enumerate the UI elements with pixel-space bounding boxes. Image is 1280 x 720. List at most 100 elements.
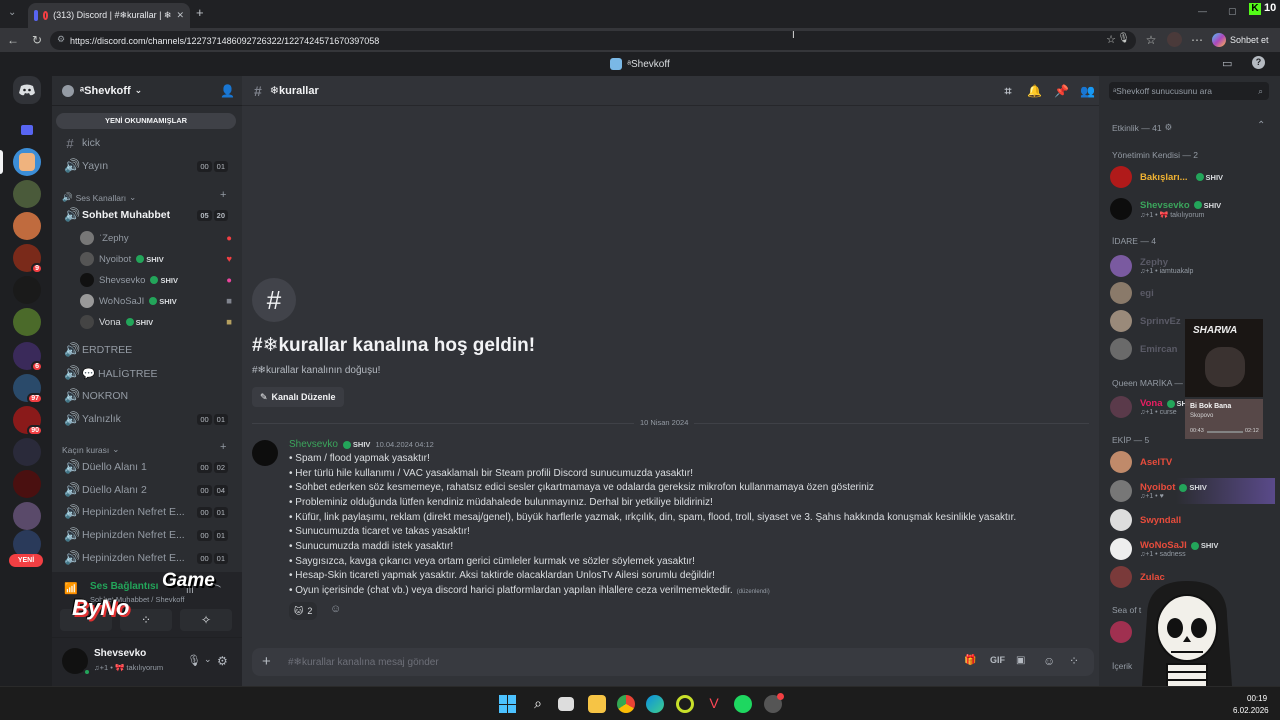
search-icon[interactable]: ⌕ bbox=[529, 695, 547, 713]
song-progress-track[interactable] bbox=[1207, 431, 1243, 433]
inbox-icon[interactable]: ▭ bbox=[1222, 57, 1232, 70]
profile-avatar[interactable] bbox=[1167, 32, 1182, 47]
member-item[interactable]: Shevsevko SHIV ♫+1 • 🎀 takılıyorum bbox=[1110, 196, 1275, 222]
member-item[interactable]: Swyndall bbox=[1110, 509, 1275, 531]
channel-duello-2[interactable]: 🔊 Düello Alanı 2 00 04 bbox=[58, 480, 236, 500]
spotify-icon[interactable] bbox=[734, 695, 752, 713]
server-5[interactable] bbox=[13, 276, 41, 304]
channel-yayin[interactable]: 🔊 Yayın 00 01 bbox=[58, 156, 236, 176]
soundboard-button[interactable]: ✧ bbox=[180, 609, 232, 631]
back-icon[interactable]: ← bbox=[6, 33, 20, 47]
channel-hepinizden-2[interactable]: 🔊 Hepinizden Nefret E... 00 01 bbox=[58, 525, 236, 545]
gif-icon[interactable]: GIF bbox=[990, 655, 1005, 665]
edge-icon[interactable] bbox=[646, 695, 664, 713]
server-folder[interactable] bbox=[13, 116, 41, 144]
extensions-icon[interactable]: ⋯ bbox=[1190, 33, 1204, 47]
clock-date[interactable]: 6.02.2026 bbox=[1233, 706, 1269, 715]
chrome-icon[interactable] bbox=[617, 695, 635, 713]
channel-yalnizlik[interactable]: 🔊 Yalnızlık 00 01 bbox=[58, 409, 236, 429]
reload-icon[interactable]: ↻ bbox=[30, 33, 44, 47]
mic-icon[interactable]: 🎙 bbox=[1117, 33, 1130, 44]
site-info-icon[interactable]: ⚙ bbox=[57, 34, 65, 45]
activity-header[interactable]: Etkinlik — 41 ⚙ bbox=[1112, 122, 1172, 133]
server-7[interactable]: 6 bbox=[13, 342, 43, 372]
threads-icon[interactable]: ⌗ bbox=[1001, 84, 1015, 98]
server-11[interactable] bbox=[13, 470, 41, 498]
address-bar[interactable]: ⚙ https://discord.com/channels/122737148… bbox=[50, 31, 1136, 50]
server-8[interactable]: 97 bbox=[13, 374, 43, 404]
member-item[interactable]: WoNoSaJI SHIV ♫+1 • sadness bbox=[1110, 536, 1275, 562]
music-player-card[interactable]: Bi Bok Bana Skopovo 00:43 02:12 bbox=[1185, 399, 1263, 439]
favorites-icon[interactable]: ☆ bbox=[1144, 33, 1158, 47]
message-author-avatar[interactable] bbox=[252, 440, 278, 466]
server-shevkoff[interactable] bbox=[13, 148, 41, 176]
server-6[interactable] bbox=[13, 308, 41, 336]
edit-channel-button[interactable]: ✎ Kanalı Düzenle bbox=[252, 387, 344, 407]
member-item[interactable]: egi bbox=[1110, 282, 1275, 304]
chevron-down-icon[interactable]: ⌄ bbox=[204, 654, 212, 665]
server-2[interactable] bbox=[13, 180, 41, 208]
channel-kick[interactable]: # kick bbox=[58, 133, 236, 153]
bookmark-star-icon[interactable]: ☆ bbox=[1106, 33, 1116, 46]
notification-bell-icon[interactable]: 🔔 bbox=[1027, 84, 1042, 98]
server-3[interactable] bbox=[13, 212, 41, 240]
help-icon[interactable]: ? bbox=[1252, 56, 1265, 69]
channel-haligtree[interactable]: 🔊 💬 HALİGTREE bbox=[58, 363, 236, 383]
valorant-icon[interactable]: V bbox=[705, 695, 723, 713]
invite-user-icon[interactable]: 👤 bbox=[220, 84, 235, 98]
message-composer[interactable]: + #❄kurallar kanalına mesaj gönder 🎁 GIF… bbox=[252, 648, 1094, 676]
apps-icon[interactable]: ⁘ bbox=[1069, 654, 1079, 668]
sticker-icon[interactable]: ▣ bbox=[1016, 655, 1025, 666]
tab-list-icon[interactable]: ⌄ bbox=[8, 7, 16, 18]
pin-icon[interactable]: 📌 bbox=[1054, 84, 1069, 98]
file-explorer-icon[interactable] bbox=[588, 695, 606, 713]
server-4[interactable]: 9 bbox=[13, 244, 43, 274]
member-item[interactable]: Zephy ♫+1 • iamtuakalp bbox=[1110, 253, 1275, 279]
server-12[interactable] bbox=[13, 502, 41, 530]
channel-sohbet-muhabbet[interactable]: 🔊 Sohbet Muhabbet 05 20 bbox=[58, 205, 236, 225]
voice-user[interactable]: Vona SHIV ■ bbox=[80, 313, 232, 331]
settings-gear-icon[interactable]: ⚙ bbox=[217, 654, 228, 668]
channel-nokron[interactable]: 🔊 NOKRON bbox=[58, 386, 236, 406]
voice-user[interactable]: WoNoSaJI SHIV ■ bbox=[80, 292, 232, 310]
member-item[interactable]: Nyoibot SHIV ♫+1 • ♥ bbox=[1110, 478, 1275, 504]
channel-duello-1[interactable]: 🔊 Düello Alanı 1 00 02 bbox=[58, 457, 236, 477]
server-header[interactable]: ᵃShevkoff ⌄ 👤 bbox=[52, 76, 242, 106]
discord-taskbar-icon[interactable] bbox=[764, 693, 784, 713]
member-list-icon[interactable]: 👥 bbox=[1080, 84, 1095, 98]
reaction-chip[interactable]: 🐱 2 bbox=[289, 602, 318, 620]
browser-tab[interactable]: (313) Discord | #❄kurallar | ❄ ✕ bbox=[28, 3, 190, 28]
new-unreads-pill[interactable]: YENİ bbox=[9, 554, 43, 567]
minimize-icon[interactable]: — bbox=[1198, 6, 1207, 16]
add-channel-icon[interactable]: + bbox=[220, 189, 226, 201]
new-tab-icon[interactable]: + bbox=[196, 5, 204, 20]
add-reaction-icon[interactable]: ☺ bbox=[330, 603, 341, 615]
maximize-icon[interactable]: ▢ bbox=[1228, 6, 1237, 17]
chevron-up-icon[interactable]: ⌃ bbox=[1257, 120, 1265, 131]
server-9[interactable]: 90 bbox=[13, 406, 43, 436]
voice-user[interactable]: Shevsevko SHIV ● bbox=[80, 271, 232, 289]
message-author[interactable]: Shevsevko bbox=[289, 439, 338, 450]
channel-hepinizden-3[interactable]: 🔊 Hepinizden Nefret E... 00 01 bbox=[58, 548, 236, 568]
copilot-chat-button[interactable]: Sohbet et bbox=[1212, 30, 1276, 50]
clock-time[interactable]: 00:19 bbox=[1247, 694, 1267, 703]
discord-home-button[interactable] bbox=[13, 76, 41, 104]
channel-erdtree[interactable]: 🔊 ERDTREE bbox=[58, 340, 236, 360]
channel-hepinizden-1[interactable]: 🔊 Hepinizden Nefret E... 00 01 bbox=[58, 502, 236, 522]
add-channel-icon[interactable]: + bbox=[220, 441, 226, 453]
server-search[interactable]: ᵃShevkoff sunucusunu ara ⌕ bbox=[1109, 82, 1269, 100]
category-voice[interactable]: 🔊 Ses Kanalları ⌄ bbox=[62, 192, 136, 203]
opera-gx-icon[interactable] bbox=[676, 695, 694, 713]
mic-toggle-icon[interactable]: 🎙 bbox=[187, 654, 201, 667]
new-unreads-banner[interactable]: YENİ OKUNMAMIŞLAR bbox=[56, 113, 236, 129]
member-item[interactable]: Bakışları... SHIV bbox=[1110, 166, 1275, 188]
voice-user[interactable]: Nyoibot SHIV ♥ bbox=[80, 250, 232, 268]
emoji-icon[interactable]: ☺ bbox=[1043, 654, 1055, 668]
member-item[interactable]: AselTV bbox=[1110, 451, 1275, 473]
category-kacin[interactable]: Kaçın kurası ⌄ bbox=[62, 444, 119, 455]
task-view-icon[interactable] bbox=[558, 697, 574, 711]
gift-icon[interactable]: 🎁 bbox=[964, 655, 976, 666]
start-button[interactable] bbox=[499, 695, 517, 713]
close-tab-icon[interactable]: ✕ bbox=[176, 10, 184, 21]
server-10[interactable] bbox=[13, 438, 41, 466]
